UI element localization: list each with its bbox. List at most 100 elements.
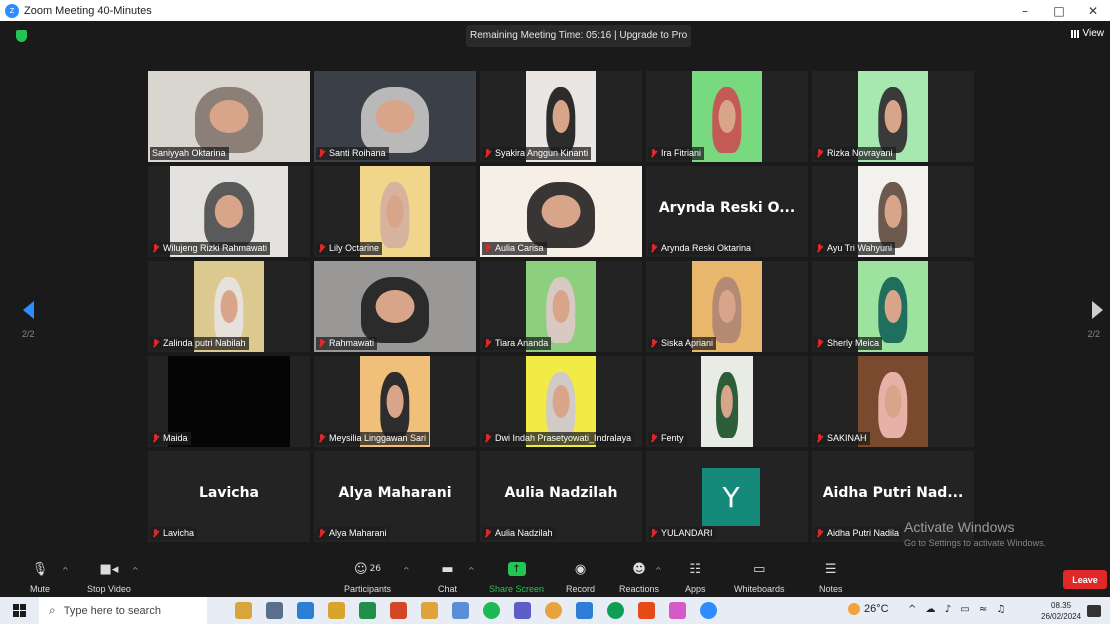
taskbar-search-box[interactable]: ⌕ Type here to search [39, 597, 207, 624]
participant-tile[interactable]: Siska Apriani [646, 261, 808, 352]
minimize-button[interactable]: – [1008, 0, 1042, 21]
muted-mic-icon [152, 339, 159, 348]
taskbar-app-icon[interactable] [514, 602, 531, 619]
maximize-button[interactable]: □ [1042, 0, 1076, 21]
system-tray-icons[interactable]: ^ ☁ ♪ ▭ ≈ ♫ [908, 604, 1008, 615]
participant-tile[interactable]: Dwi Indah Prasetyowati_Indralaya [480, 356, 642, 447]
taskbar-app-icon[interactable] [545, 602, 562, 619]
participant-tile[interactable]: Syakira Anggun Kinanti [480, 71, 642, 162]
participant-face [386, 195, 404, 228]
leave-button[interactable]: Leave [1063, 570, 1107, 589]
participant-name: Fenty [661, 433, 684, 443]
muted-mic-icon [318, 244, 325, 253]
page-indicator-right: 2/2 [1087, 329, 1100, 339]
taskbar-app-icon[interactable] [328, 602, 345, 619]
participant-tile[interactable]: Saniyyah Oktarina [148, 71, 310, 162]
participants-label: Participants [344, 584, 392, 594]
taskbar-app-icon[interactable] [483, 602, 500, 619]
participant-tile[interactable]: Lavicha Lavicha [148, 451, 310, 542]
participant-tile[interactable]: Arynda Reski O... Arynda Reski Oktarina [646, 166, 808, 257]
view-label: View [1082, 28, 1105, 39]
taskbar-clock[interactable]: 08.35 26/02/2024 [1041, 600, 1081, 622]
remaining-time-banner[interactable]: Remaining Meeting Time: 05:16 | Upgrade … [466, 25, 692, 47]
participant-tile[interactable]: Ayu Tri Wahyuni [812, 166, 974, 257]
next-page-arrow-icon[interactable] [1092, 301, 1103, 319]
participant-tile[interactable]: Fenty [646, 356, 808, 447]
taskbar-app-icon[interactable] [638, 602, 655, 619]
participant-tile[interactable]: Y YULANDARI [646, 451, 808, 542]
stop-video-button[interactable]: ■◂ Stop Video [87, 561, 131, 595]
participant-tile[interactable]: Tiara Ananda [480, 261, 642, 352]
record-label: Record [566, 584, 596, 594]
taskbar-app-icon[interactable] [700, 602, 717, 619]
participant-face [541, 195, 581, 228]
participant-tile[interactable]: SAKINAH [812, 356, 974, 447]
zoom-logo-icon: Z [5, 3, 19, 18]
video-options-caret-icon[interactable]: ^ [132, 566, 139, 575]
taskbar-app-icon[interactable] [452, 602, 469, 619]
participant-nameplate: Aulia Carisa [482, 242, 547, 255]
participant-tile[interactable]: Meysilia Linggawan Sari [314, 356, 476, 447]
taskbar-app-icon[interactable] [669, 602, 686, 619]
taskbar-app-icon[interactable] [235, 602, 252, 619]
participant-name: Rizka Novrayani [827, 148, 893, 158]
participant-tile[interactable]: Rahmawati [314, 261, 476, 352]
participant-tile[interactable]: Sherly Meica [812, 261, 974, 352]
participants-icon: ☺ 26 [354, 561, 382, 577]
apps-icon: ☷ [689, 561, 702, 577]
participants-count: 26 [369, 564, 382, 574]
taskbar-app-icon[interactable] [576, 602, 593, 619]
notes-button[interactable]: ☰ Notes [819, 561, 843, 595]
participant-nameplate: Ira Fitriani [648, 147, 705, 160]
participant-tile[interactable]: Zalinda putri Nabilah [148, 261, 310, 352]
taskbar-app-icon[interactable] [359, 602, 376, 619]
participant-nameplate: Syakira Anggun Kinanti [482, 147, 592, 160]
reactions-button[interactable]: ☻ Reactions [619, 561, 659, 595]
encryption-shield-icon[interactable] [16, 30, 27, 42]
taskbar-app-icon[interactable] [266, 602, 283, 619]
chat-caret-icon[interactable]: ^ [468, 566, 475, 575]
participant-tile[interactable]: Lily Octarine [314, 166, 476, 257]
view-button[interactable]: View [1070, 28, 1105, 39]
previous-page-arrow-icon[interactable] [23, 301, 34, 319]
participant-tile[interactable]: Rizka Novrayani [812, 71, 974, 162]
participant-display-name: Lavicha [198, 485, 259, 501]
participants-button[interactable]: ☺ 26 Participants [344, 561, 392, 595]
participant-display-name: Aulia Nadzilah [504, 485, 618, 501]
participant-tile[interactable]: Ira Fitriani [646, 71, 808, 162]
taskbar-app-icon[interactable] [390, 602, 407, 619]
apps-button[interactable]: ☷ Apps [685, 561, 706, 595]
participant-nameplate: Aulia Nadzilah [482, 527, 556, 540]
record-button[interactable]: ◉ Record [566, 561, 596, 595]
reactions-caret-icon[interactable]: ^ [655, 566, 662, 575]
taskbar-app-icon[interactable] [421, 602, 438, 619]
notification-center-icon[interactable] [1087, 605, 1101, 617]
participant-tile[interactable]: Maida [148, 356, 310, 447]
participant-tile[interactable]: Aulia Nadzilah Aulia Nadzilah [480, 451, 642, 542]
close-button[interactable]: ✕ [1076, 0, 1110, 21]
participant-nameplate: Arynda Reski Oktarina [648, 242, 755, 255]
share-screen-button[interactable]: ↑ Share Screen [489, 561, 544, 594]
taskbar-app-icon[interactable] [607, 602, 624, 619]
whiteboards-button[interactable]: ▭ Whiteboards [734, 561, 785, 595]
participant-tile[interactable]: Alya Maharani Alya Maharani [314, 451, 476, 542]
participant-name: Rahmawati [329, 338, 375, 348]
taskbar-app-icon[interactable] [297, 602, 314, 619]
participant-tile[interactable]: Wilujeng Rizki Rahmawati [148, 166, 310, 257]
participant-tile[interactable]: Santi Roihana [314, 71, 476, 162]
participant-name: Ira Fitriani [661, 148, 702, 158]
reactions-smiley-icon: ☻ [632, 561, 646, 577]
mute-button[interactable]: 🎙 Mute [30, 561, 50, 595]
participant-name: Siska Apriani [661, 338, 714, 348]
participant-nameplate: Lily Octarine [316, 242, 383, 255]
participants-caret-icon[interactable]: ^ [403, 566, 410, 575]
participant-nameplate: Rizka Novrayani [814, 147, 896, 160]
participant-tile[interactable]: Aulia Carisa [480, 166, 642, 257]
participant-display-name: Alya Maharani [338, 485, 452, 501]
muted-mic-icon [816, 339, 823, 348]
chat-button[interactable]: ▬ Chat [438, 561, 457, 595]
apps-label: Apps [685, 584, 706, 594]
audio-options-caret-icon[interactable]: ^ [62, 566, 69, 575]
weather-widget[interactable]: 26°C [848, 603, 889, 615]
windows-start-icon[interactable] [13, 604, 26, 617]
